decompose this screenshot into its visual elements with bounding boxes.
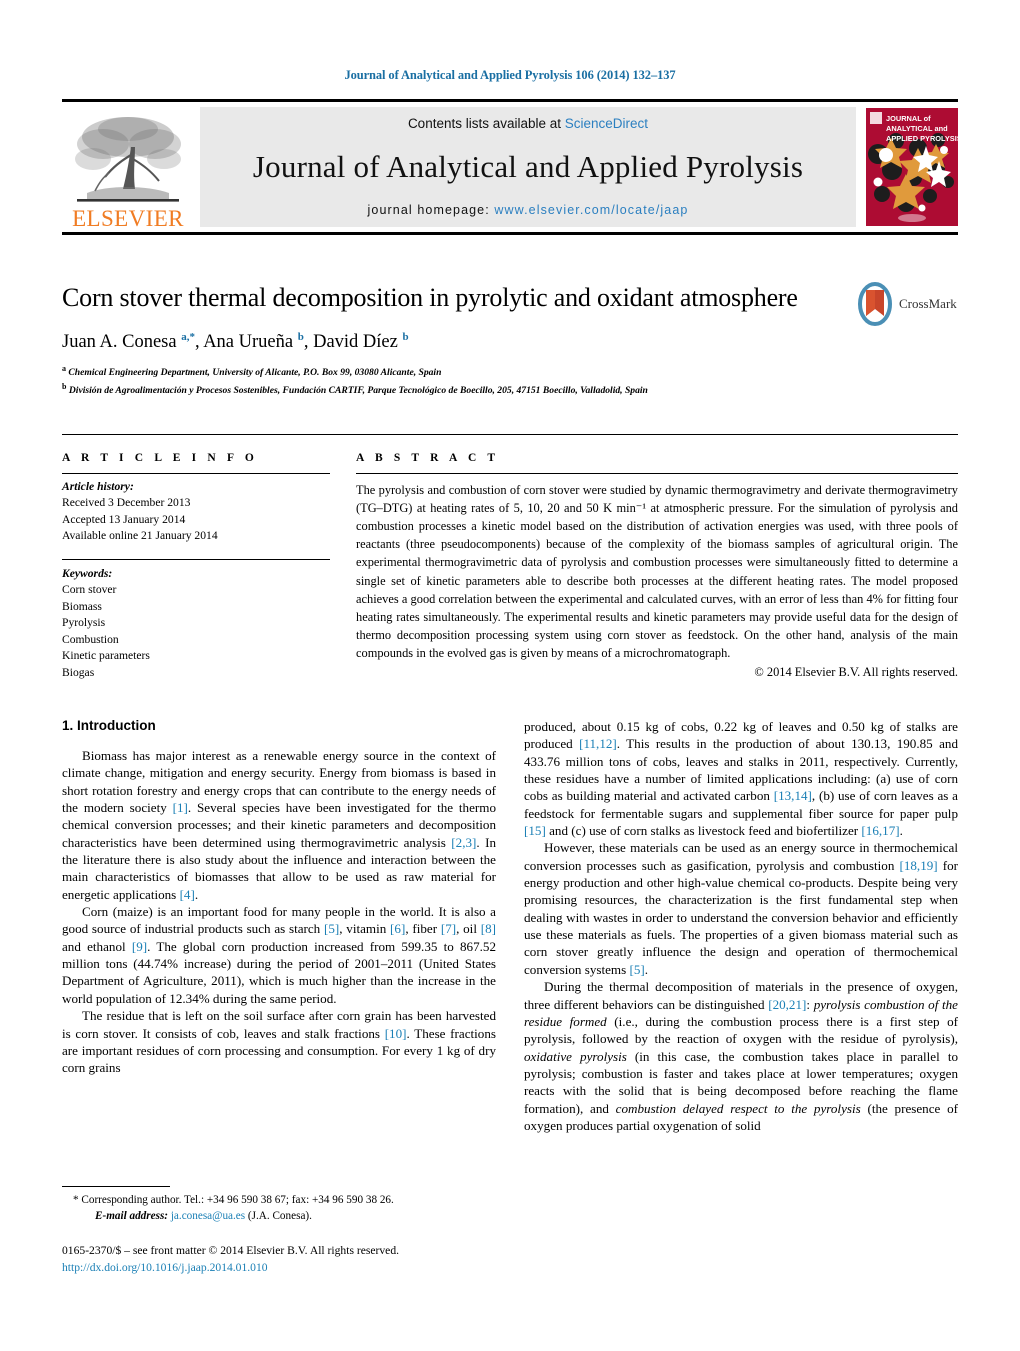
abstract-copyright: © 2014 Elsevier B.V. All rights reserved… [754,665,958,680]
affiliation-b-text: División de Agroalimentación y Procesos … [68,385,648,397]
email-suffix: (J.A. Conesa). [247,1209,312,1222]
author-list: Juan A. Conesa a,*, Ana Urueña b, David … [62,330,409,352]
history-item: Received 3 December 2013 [62,496,191,510]
section-heading-introduction: 1. Introduction [62,718,156,733]
article-history-group: Article history: Received 3 December 201… [62,474,330,545]
homepage-url-link[interactable]: www.elsevier.com/locate/jaap [494,203,688,217]
journal-homepage-line: journal homepage: www.elsevier.com/locat… [368,203,689,217]
paragraph: During the thermal decomposition of mate… [524,979,959,1133]
cover-line-1: JOURNAL of [886,114,931,123]
info-abstract-row: A R T I C L E I N F O Article history: R… [62,452,958,681]
corresponding-author-text: Corresponding author. Tel.: +34 96 590 3… [81,1194,394,1206]
contents-available-line: Contents lists available at ScienceDirec… [408,116,648,131]
article-info-heading: A R T I C L E I N F O [62,452,258,464]
body-column-right: produced, about 0.15 kg of cobs, 0.22 kg… [524,718,958,1134]
keyword-item: Biogas [62,665,95,679]
issn-line: 0165-2370/$ – see front matter © 2014 El… [62,1244,400,1257]
abstract-text: The pyrolysis and combustion of corn sto… [356,483,958,660]
cover-line-2: ANALYTICAL and [886,124,948,133]
keyword-item: Pyrolysis [62,616,106,630]
article-history-label: Article history: [62,480,134,493]
journal-title: Journal of Analytical and Applied Pyroly… [252,148,804,184]
paper-page: Journal of Analytical and Applied Pyroly… [0,0,1020,1351]
keyword-item: Kinetic parameters [62,649,150,663]
elsevier-wordmark: ELSEVIER [72,206,184,231]
homepage-label: journal homepage: [367,203,495,217]
affiliation-a: a Chemical Engineering Department, Unive… [62,363,442,378]
elsevier-logo: ELSEVIER [62,102,194,232]
title-block: Corn stover thermal decomposition in pyr… [62,282,842,398]
abstract-column: A B S T R A C T The pyrolysis and combus… [356,452,958,681]
keyword-item: Combustion [62,632,119,646]
email-link[interactable]: ja.conesa@ua.es [171,1210,245,1222]
sciencedirect-link[interactable]: ScienceDirect [565,116,648,131]
affiliation-b: b División de Agroalimentación y Proceso… [62,381,648,397]
issn-copyright-block: 0165-2370/$ – see front matter © 2014 El… [62,1242,562,1277]
running-head: Journal of Analytical and Applied Pyroly… [344,68,676,82]
keyword-item: Corn stover [62,583,117,597]
keyword-item: Biomass [62,599,102,613]
history-item: Available online 21 January 2014 [62,529,218,543]
crossmark-label: CrossMark [899,296,957,311]
paragraph: Biomass has major interest as a renewabl… [62,748,497,902]
footnote-block: * Corresponding author. Tel.: +34 96 590… [62,1186,496,1224]
footnote-asterisk: * [73,1194,79,1206]
paragraph: produced, about 0.15 kg of cobs, 0.22 kg… [524,719,958,839]
body-column-left: 1. Introduction Biomass has major intere… [62,718,496,1134]
journal-masthead: ELSEVIER Contents lists available at Sci… [62,99,958,235]
abstract-heading: A B S T R A C T [356,452,500,464]
affiliation-a-text: Chemical Engineering Department, Univers… [68,366,442,378]
doi-link[interactable]: http://dx.doi.org/10.1016/j.jaap.2014.01… [62,1259,562,1276]
email-label: E-mail address: [95,1209,169,1222]
elsevier-tree-icon [75,117,181,202]
crossmark-icon [858,282,892,326]
page-title: Corn stover thermal decomposition in pyr… [62,283,798,312]
footnote-rule [62,1186,170,1187]
keywords-label: Keywords: [62,566,113,580]
cover-line-3: APPLIED PYROLYSIS [886,134,958,143]
paragraph: Corn (maize) is an important food for ma… [62,904,496,1006]
info-separator-rule [62,434,958,435]
journal-cover-thumbnail: JOURNAL of ANALYTICAL and APPLIED PYROLY… [866,108,958,226]
contents-prefix: Contents lists available at [407,116,565,131]
keywords-group: Keywords: Corn stover Biomass Pyrolysis … [62,560,330,681]
paragraph: However, these materials can be used as … [524,840,958,977]
article-info-column: A R T I C L E I N F O Article history: R… [62,452,330,681]
crossmark-badge[interactable]: CrossMark [855,278,957,330]
paragraph: The residue that is left on the soil sur… [62,1008,496,1076]
corresponding-author-note: * Corresponding author. Tel.: +34 96 590… [62,1193,496,1224]
journal-band: Contents lists available at ScienceDirec… [200,107,856,227]
body-columns: 1. Introduction Biomass has major intere… [62,718,958,1134]
history-item: Accepted 13 January 2014 [62,512,186,526]
